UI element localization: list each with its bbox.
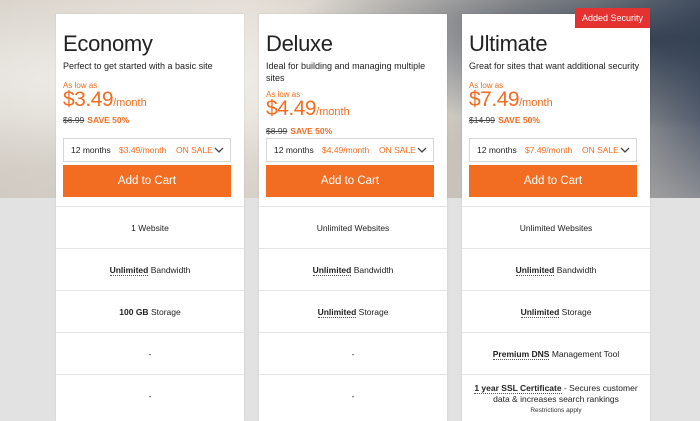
add-to-cart-button[interactable]: Add to Cart — [469, 165, 637, 197]
feature-text: Unlimited Websites — [316, 222, 390, 233]
feature-row: Unlimited Bandwidth — [462, 248, 650, 290]
select-term: 12 months — [71, 145, 111, 155]
plan-name: Ultimate — [469, 31, 548, 56]
feature-row: - — [56, 332, 244, 374]
feature-row: Unlimited Storage — [462, 290, 650, 332]
feature-text: 1 Website — [131, 222, 169, 233]
add-to-cart-button[interactable]: Add to Cart — [266, 165, 434, 197]
feature-row: Unlimited Bandwidth — [259, 248, 447, 290]
feature-text: Storage — [356, 306, 389, 317]
feature-text: Management Tool — [549, 348, 620, 359]
discount-line: $6.99 SAVE 50% — [63, 115, 129, 125]
plan-price: $4.49/month — [266, 97, 350, 121]
feature-bold: Unlimited — [317, 306, 357, 318]
original-price: $14.99 — [469, 115, 495, 125]
save-badge: SAVE 50% — [87, 115, 130, 125]
term-select[interactable]: 12 months $3.49/month ON SALE — [63, 138, 231, 162]
term-select[interactable]: 12 months $7.49/month ON SALE — [469, 138, 637, 162]
feature-text: Bandwidth — [351, 264, 394, 275]
plan-price: $7.49/month — [469, 88, 553, 112]
original-price: $6.99 — [63, 115, 85, 125]
feature-row: 1 year SSL Certificate - Secures custome… — [462, 374, 650, 421]
select-price: $4.49/month — [322, 145, 370, 155]
original-price: $8.99 — [266, 126, 288, 136]
feature-text: Storage — [148, 306, 181, 317]
plan-name: Economy — [63, 31, 153, 56]
feature-text: - — [148, 348, 152, 359]
price-period: /month — [316, 106, 350, 118]
added-security-badge: Added Security — [574, 8, 650, 28]
plan-card-deluxe: Deluxe Ideal for building and managing m… — [259, 14, 447, 421]
feature-row: Unlimited Storage — [259, 290, 447, 332]
price-amount: $7.49 — [469, 88, 520, 111]
discount-line: $14.99 SAVE 50% — [469, 115, 540, 125]
select-price: $3.49/month — [119, 145, 167, 155]
price-amount: $3.49 — [63, 88, 114, 111]
feature-bold: 1 year SSL Certificate — [474, 382, 562, 394]
plan-description: Ideal for building and managing multiple… — [266, 61, 426, 83]
save-badge: SAVE 50% — [498, 115, 540, 125]
feature-bold: Unlimited — [109, 264, 149, 276]
feature-bold: Unlimited — [515, 264, 555, 276]
feature-text: - — [351, 390, 355, 401]
feature-row: Unlimited Websites — [259, 206, 447, 248]
plan-card-ultimate: Added Security Ultimate Great for sites … — [462, 8, 650, 421]
feature-text: Unlimited Websites — [519, 222, 593, 233]
feature-row: Premium DNS Management Tool — [462, 332, 650, 374]
plan-price: $3.49/month — [63, 88, 147, 112]
feature-bold: Unlimited — [312, 264, 352, 276]
discount-line: $8.99 SAVE 50% — [266, 126, 332, 136]
select-status: ON SALE — [379, 145, 416, 155]
feature-row: Unlimited Websites — [462, 206, 650, 248]
feature-row: - — [56, 374, 244, 416]
feature-row: 100 GB Storage — [56, 290, 244, 332]
plan-description: Perfect to get started with a basic site — [63, 61, 213, 71]
restrictions-note: Restrictions apply — [530, 406, 582, 414]
price-period: /month — [519, 97, 553, 109]
feature-text: Bandwidth — [148, 264, 191, 275]
select-status: ON SALE — [176, 145, 213, 155]
feature-row: 1 Website — [56, 206, 244, 248]
feature-row: Unlimited Bandwidth — [56, 248, 244, 290]
plan-name: Deluxe — [266, 31, 333, 56]
select-price: $7.49/month — [525, 145, 573, 155]
feature-text: - — [351, 348, 355, 359]
feature-text: - — [148, 390, 152, 401]
price-amount: $4.49 — [266, 97, 317, 120]
feature-text: Bandwidth — [554, 264, 597, 275]
feature-text: Storage — [559, 306, 592, 317]
price-period: /month — [113, 97, 147, 109]
select-term: 12 months — [477, 145, 517, 155]
feature-row: - — [259, 332, 447, 374]
term-select[interactable]: 12 months $4.49/month ON SALE — [266, 138, 434, 162]
add-to-cart-button[interactable]: Add to Cart — [63, 165, 231, 197]
feature-bold: 100 GB — [119, 306, 149, 317]
plan-description: Great for sites that want additional sec… — [469, 61, 640, 71]
select-term: 12 months — [274, 145, 314, 155]
save-badge: SAVE 50% — [290, 126, 333, 136]
feature-bold: Premium DNS — [492, 348, 550, 360]
feature-bold: Unlimited — [520, 306, 560, 318]
plan-card-economy: Economy Perfect to get started with a ba… — [56, 14, 244, 421]
feature-row: - — [259, 374, 447, 416]
select-status: ON SALE — [582, 145, 619, 155]
